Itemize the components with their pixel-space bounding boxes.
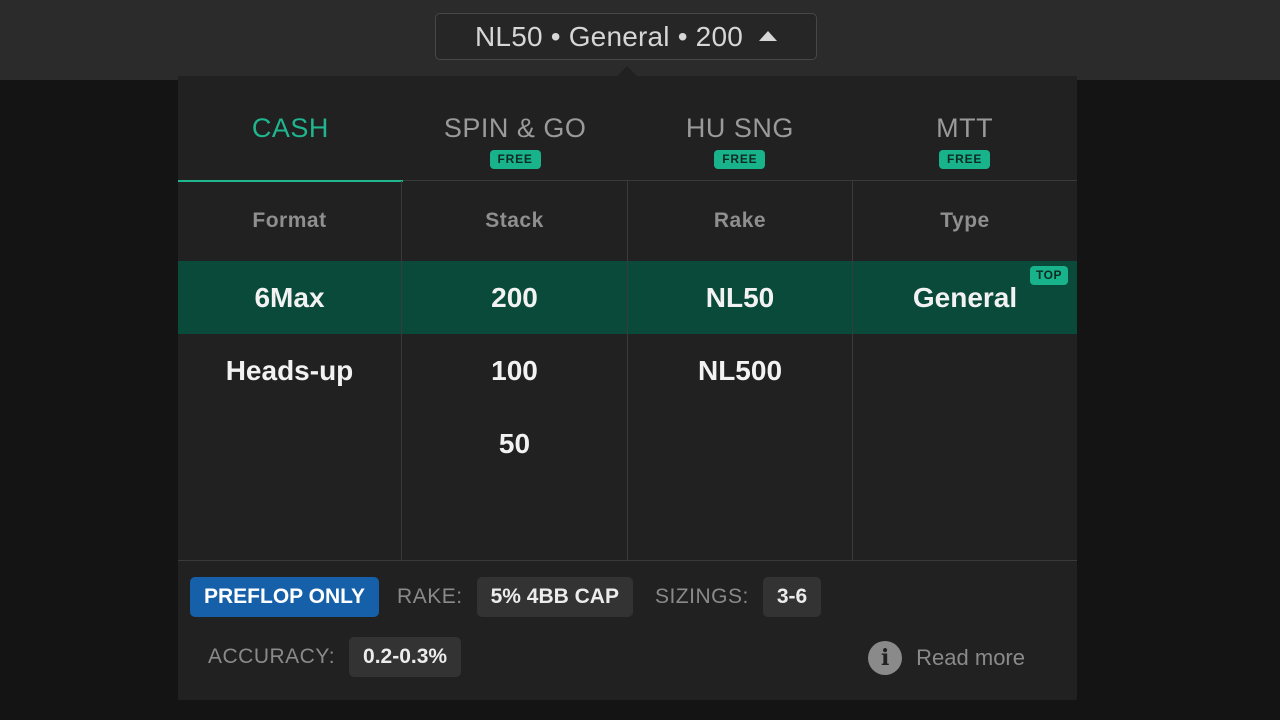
sizings-value: 3-6 xyxy=(762,577,822,617)
column-header: Stack xyxy=(485,209,544,232)
game-selector-dropdown[interactable]: NL50 • General • 200 xyxy=(435,13,817,60)
column-rake: Rake NL50 NL500 xyxy=(628,181,853,561)
column-type: Type General TOP xyxy=(853,181,1077,561)
options-grid: Format 6Max Heads-up Stack 200 100 50 Ra… xyxy=(178,181,1077,561)
selector-label: NL50 • General • 200 xyxy=(475,20,743,52)
option-stack-100[interactable]: 100 xyxy=(402,334,627,407)
tab-spin-and-go[interactable]: SPIN & GO FREE xyxy=(403,76,628,181)
option-format-heads-up[interactable]: Heads-up xyxy=(178,334,401,407)
option-label: General xyxy=(912,281,1018,313)
read-more-label: Read more xyxy=(916,645,1025,670)
accuracy-value: 0.2-0.3% xyxy=(349,637,462,677)
game-type-tabs: CASH SPIN & GO FREE HU SNG FREE MTT FREE xyxy=(178,76,1077,182)
free-badge: FREE xyxy=(714,150,766,169)
rake-label: RAKE: xyxy=(397,585,463,608)
tab-label: HU SNG xyxy=(685,113,794,143)
popover-pointer xyxy=(617,66,637,76)
top-bar: NL50 • General • 200 xyxy=(0,0,1280,80)
option-type-general[interactable]: General TOP xyxy=(853,261,1077,334)
free-badge: FREE xyxy=(939,150,991,169)
tab-label: CASH xyxy=(251,113,329,143)
rake-value: 5% 4BB CAP xyxy=(476,577,633,617)
tab-label: SPIN & GO xyxy=(443,113,587,143)
game-selector-panel: CASH SPIN & GO FREE HU SNG FREE MTT FREE… xyxy=(178,76,1077,700)
read-more-link[interactable]: i Read more xyxy=(868,638,1025,678)
option-rake-nl500[interactable]: NL500 xyxy=(628,334,852,407)
top-badge: TOP xyxy=(1030,266,1068,285)
option-rake-nl50[interactable]: NL50 xyxy=(628,261,852,334)
tab-cash[interactable]: CASH xyxy=(178,76,403,182)
info-row-1: PREFLOP ONLY RAKE: 5% 4BB CAP SIZINGS: 3… xyxy=(190,577,822,617)
solution-info-footer: PREFLOP ONLY RAKE: 5% 4BB CAP SIZINGS: 3… xyxy=(178,562,1077,700)
column-header: Type xyxy=(940,209,990,232)
sizings-label: SIZINGS: xyxy=(654,585,749,608)
option-format-6max[interactable]: 6Max xyxy=(178,261,401,334)
accuracy-label: ACCURACY: xyxy=(208,645,336,668)
tab-label: MTT xyxy=(936,113,994,143)
preflop-only-badge: PREFLOP ONLY xyxy=(190,577,380,617)
option-stack-200[interactable]: 200 xyxy=(402,261,627,334)
info-icon: i xyxy=(868,641,903,675)
option-stack-50[interactable]: 50 xyxy=(402,407,627,480)
tab-mtt[interactable]: MTT FREE xyxy=(852,76,1077,181)
column-format: Format 6Max Heads-up xyxy=(178,181,402,561)
info-row-2: ACCURACY: 0.2-0.3% xyxy=(190,637,462,677)
caret-up-icon xyxy=(759,30,777,41)
column-header: Rake xyxy=(713,209,767,232)
column-stack: Stack 200 100 50 xyxy=(402,181,628,561)
column-header: Format xyxy=(252,209,327,232)
tab-hu-sng[interactable]: HU SNG FREE xyxy=(628,76,853,181)
free-badge: FREE xyxy=(489,150,541,169)
